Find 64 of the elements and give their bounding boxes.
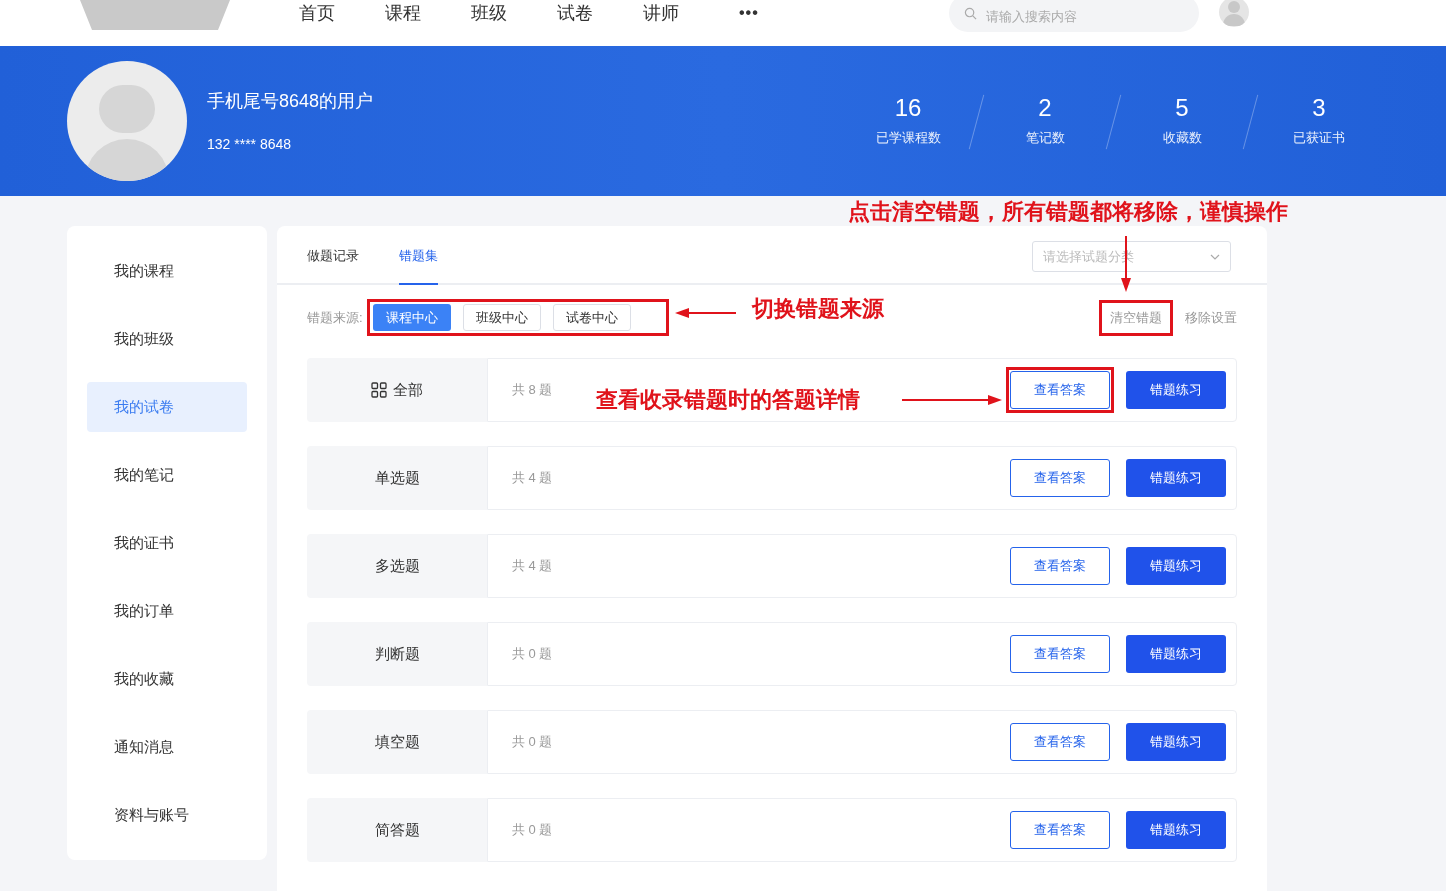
practice-button[interactable]: 错题练习 — [1126, 547, 1226, 585]
view-answer-button[interactable]: 查看答案 — [1010, 635, 1110, 673]
grid-icon — [371, 382, 387, 398]
source-label: 错题来源: — [307, 308, 363, 327]
nav-link[interactable]: 班级 — [471, 1, 507, 25]
sidebar-item[interactable]: 我的收藏 — [87, 654, 247, 704]
user-name: 手机尾号8648的用户 — [207, 90, 374, 112]
category-cell: 填空题 — [307, 710, 487, 774]
view-answer-button[interactable]: 查看答案 — [1010, 371, 1110, 409]
view-answer-button[interactable]: 查看答案 — [1010, 723, 1110, 761]
sidebar-item[interactable]: 我的证书 — [87, 518, 247, 568]
practice-button[interactable]: 错题练习 — [1126, 635, 1226, 673]
question-count: 共 4 题 — [512, 469, 553, 488]
question-count: 共 8 题 — [512, 381, 553, 400]
stat-value: 3 — [1312, 94, 1326, 122]
sidebar-item[interactable]: 我的试卷 — [87, 382, 247, 432]
search-icon — [964, 7, 977, 20]
sidebar-item[interactable]: 资料与账号 — [87, 790, 247, 840]
nav-link[interactable]: 讲师 — [643, 1, 679, 25]
stat-value: 16 — [894, 94, 922, 122]
source-option[interactable]: 课程中心 — [372, 304, 451, 331]
sidebar-item[interactable]: 我的课程 — [87, 246, 247, 296]
category-cell: 判断题 — [307, 622, 487, 686]
search-field[interactable]: 请输入搜索内容 — [949, 0, 1199, 32]
stat-label: 已获证书 — [1293, 129, 1345, 147]
stat-label: 笔记数 — [1025, 129, 1065, 147]
chevron-down-icon — [1210, 253, 1220, 260]
question-count: 共 4 题 — [512, 557, 553, 576]
practice-button[interactable]: 错题练习 — [1126, 811, 1226, 849]
user-avatar[interactable] — [1219, 0, 1249, 27]
stat-value: 2 — [1038, 94, 1052, 122]
annotation-arrow — [675, 308, 737, 318]
sidebar-item[interactable]: 我的笔记 — [87, 450, 247, 500]
practice-button[interactable]: 错题练习 — [1126, 723, 1226, 761]
source-option[interactable]: 班级中心 — [462, 304, 541, 331]
category-cell: 全部 — [307, 358, 487, 422]
source-option[interactable]: 试卷中心 — [552, 304, 631, 331]
category-cell: 简答题 — [307, 798, 487, 862]
tab[interactable]: 做题记录 — [307, 228, 359, 285]
question-count: 共 0 题 — [512, 733, 553, 752]
question-count: 共 0 题 — [512, 821, 553, 840]
view-answer-button[interactable]: 查看答案 — [1010, 459, 1110, 497]
user-phone: 132 **** 8648 — [207, 135, 293, 154]
sidebar-item[interactable]: 通知消息 — [87, 722, 247, 772]
annotation-text: 查看收录错题时的答题详情 — [596, 385, 860, 414]
sidebar-item[interactable]: 我的班级 — [87, 314, 247, 364]
category-cell: 多选题 — [307, 534, 487, 598]
sidebar-item[interactable]: 我的订单 — [87, 586, 247, 636]
question-count: 共 0 题 — [512, 645, 553, 664]
category-cell: 单选题 — [307, 446, 487, 510]
stat-label: 收藏数 — [1162, 129, 1202, 147]
practice-button[interactable]: 错题练习 — [1126, 371, 1226, 409]
annotation-text: 切换错题来源 — [752, 294, 884, 323]
more-menu[interactable]: ••• — [739, 1, 759, 25]
nav-link[interactable]: 课程 — [385, 1, 421, 25]
nav-link[interactable]: 首页 — [299, 1, 335, 25]
stat-value: 5 — [1175, 94, 1189, 122]
view-answer-button[interactable]: 查看答案 — [1010, 547, 1110, 585]
view-answer-button[interactable]: 查看答案 — [1010, 811, 1110, 849]
annotation-text: 点击清空错题，所有错题都将移除，谨慎操作 — [848, 197, 1288, 226]
tab[interactable]: 错题集 — [399, 228, 438, 285]
nav-link[interactable]: 试卷 — [557, 1, 593, 25]
stat-label: 已学课程数 — [875, 129, 941, 147]
practice-button[interactable]: 错题练习 — [1126, 459, 1226, 497]
